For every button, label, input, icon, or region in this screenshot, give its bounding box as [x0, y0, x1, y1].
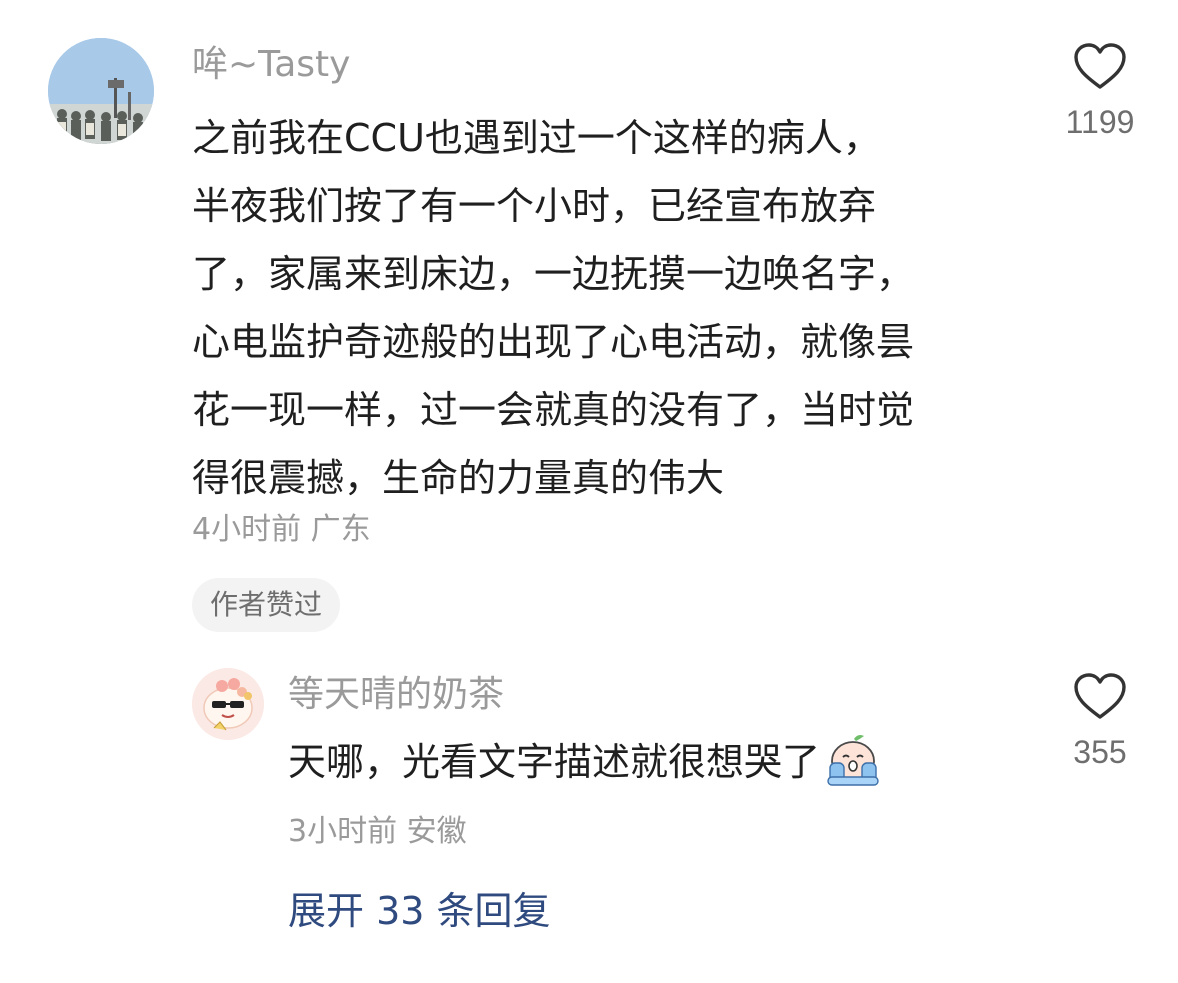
reply-like-button[interactable]: 355: [1060, 672, 1140, 774]
comment-thread: 哞~Tasty 之前我在CCU也遇到过一个这样的病人， 半夜我们按了有一个小时，…: [0, 0, 1178, 983]
comment-username[interactable]: 哞~Tasty: [192, 40, 350, 90]
author-liked-badge: 作者赞过: [192, 578, 341, 632]
heart-outline-icon: [1074, 673, 1126, 719]
like-count: 1199: [1065, 104, 1135, 140]
comment-line: 心电监护奇迹般的出现了心电活动，就像昙: [192, 320, 915, 364]
user-avatar[interactable]: [48, 38, 154, 144]
like-count: 355: [1073, 734, 1127, 770]
comment-line: 半夜我们按了有一个小时，已经宣布放弃: [192, 184, 877, 228]
comment-line: 花一现一样，过一会就真的没有了，当时觉: [192, 388, 915, 432]
avatar-photo-icon: [48, 38, 154, 144]
crying-emoji-icon: [827, 735, 879, 786]
reply-meta: 3小时前 安徽: [288, 814, 467, 849]
comment-meta: 4小时前 广东: [192, 512, 371, 547]
reply-text: 天哪，光看文字描述就很想哭了: [288, 740, 821, 784]
comment-line: 了，家属来到床边，一边抚摸一边唤名字，: [192, 252, 915, 296]
comment-body: 之前我在CCU也遇到过一个这样的病人， 半夜我们按了有一个小时，已经宣布放弃 了…: [192, 104, 1032, 512]
cartoon-avatar-icon: [192, 668, 264, 740]
comment-like-button[interactable]: 1199: [1060, 42, 1140, 144]
comment-line: 得很震撼，生命的力量真的伟大: [192, 456, 725, 500]
reply-username[interactable]: 等天晴的奶茶: [288, 670, 504, 720]
reply-body: 天哪，光看文字描述就很想哭了: [288, 732, 882, 792]
comment-line: 之前我在CCU也遇到过一个这样的病人，: [192, 116, 881, 160]
expand-replies-link[interactable]: 展开 33 条回复: [288, 884, 551, 938]
heart-outline-icon: [1074, 43, 1126, 89]
reply-user-avatar[interactable]: [192, 668, 264, 740]
